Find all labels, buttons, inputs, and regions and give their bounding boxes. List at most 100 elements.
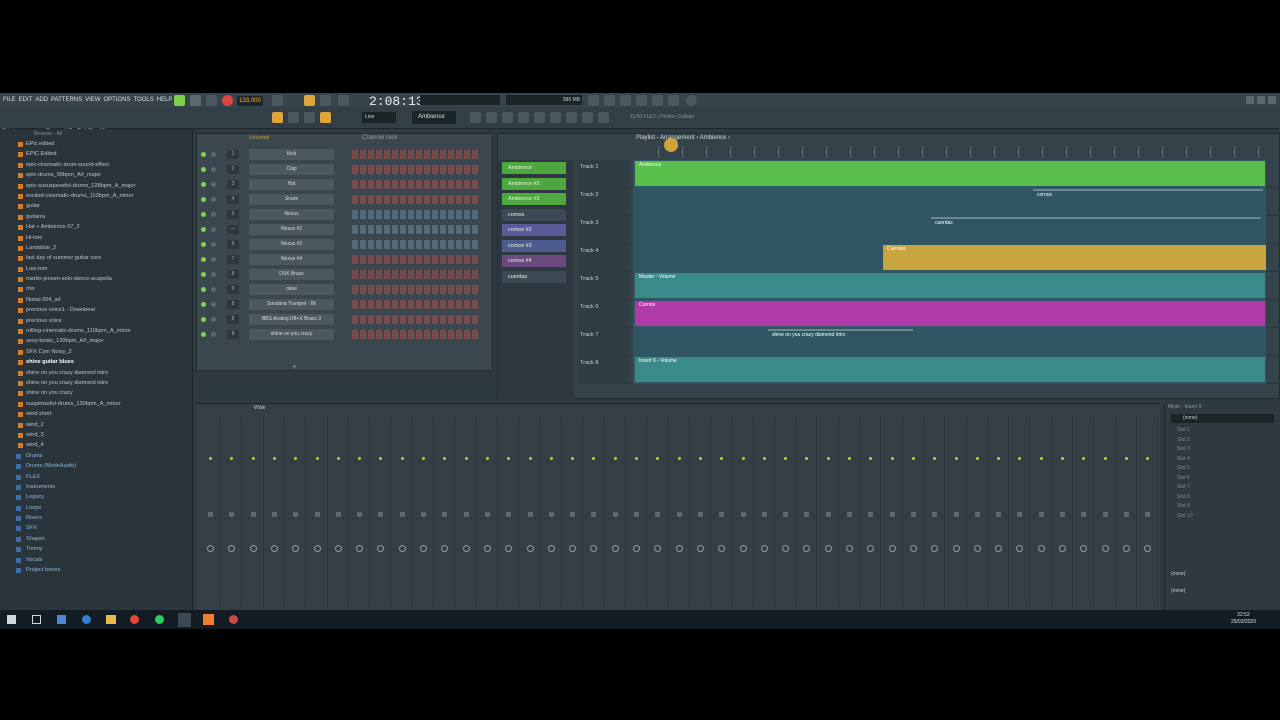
- menu-view[interactable]: VIEW: [85, 93, 100, 107]
- menu-options[interactable]: OPTIONS: [103, 93, 130, 107]
- volume-fader[interactable]: [293, 512, 299, 517]
- playlist-clip[interactable]: Cornos: [635, 301, 1265, 326]
- mixer-insert[interactable]: [690, 417, 711, 607]
- mixer-insert[interactable]: [860, 417, 882, 607]
- channel-name-button[interactable]: Kick: [249, 149, 334, 160]
- pattern-item[interactable]: Ambience #3: [502, 193, 566, 205]
- record-button[interactable]: [222, 95, 233, 106]
- volume-fader[interactable]: [527, 512, 533, 517]
- browser-item[interactable]: sexy-beats_130bpm_A#_major: [0, 336, 192, 346]
- mixer-insert[interactable]: [924, 417, 946, 607]
- track-label[interactable]: Track 6: [578, 300, 630, 328]
- mixer-insert[interactable]: [264, 417, 285, 607]
- pan-knob[interactable]: [739, 545, 747, 552]
- browser-item[interactable]: wind_2: [0, 420, 192, 430]
- volume-fader[interactable]: [591, 512, 597, 517]
- channel-name-button[interactable]: Clap: [249, 164, 334, 175]
- insert-mute-icon[interactable]: [1039, 457, 1043, 460]
- insert-mute-icon[interactable]: [997, 457, 1001, 460]
- insert-mute-icon[interactable]: [571, 457, 575, 460]
- minimize-icon[interactable]: [1246, 96, 1254, 104]
- volume-fader[interactable]: [783, 512, 789, 517]
- save-icon[interactable]: [652, 95, 663, 106]
- browser-item[interactable]: shine on you crazy diamond intro: [0, 368, 192, 378]
- browser-item[interactable]: guitar: [0, 201, 192, 211]
- channel-mute-icon[interactable]: [201, 212, 206, 217]
- mixer-insert[interactable]: [967, 417, 988, 607]
- track-label[interactable]: Track 2: [578, 188, 630, 216]
- pan-knob[interactable]: [462, 545, 470, 552]
- volume-fader[interactable]: [889, 512, 895, 517]
- volume-fader[interactable]: [612, 512, 618, 517]
- insert-mute-icon[interactable]: [911, 457, 915, 460]
- insert-mute-icon[interactable]: [762, 457, 766, 460]
- mixer-insert[interactable]: [392, 417, 413, 607]
- browser-item[interactable]: Hat + Ambience 07_2: [0, 222, 192, 232]
- channel-rack-icon[interactable]: [502, 112, 513, 123]
- insert-mute-icon[interactable]: [549, 457, 553, 460]
- insert-mute-icon[interactable]: [1082, 457, 1086, 460]
- insert-mute-icon[interactable]: [698, 457, 702, 460]
- volume-fader[interactable]: [250, 512, 256, 517]
- cut-icon[interactable]: [604, 95, 615, 106]
- pan-knob[interactable]: [1080, 545, 1088, 552]
- insert-mute-icon[interactable]: [272, 457, 276, 460]
- mixer-insert[interactable]: [775, 417, 797, 607]
- browser-item[interactable]: wind short: [0, 409, 192, 419]
- volume-fader[interactable]: [634, 512, 639, 517]
- pattern-item[interactable]: cuerdas: [502, 270, 566, 283]
- piano-roll-icon[interactable]: [486, 112, 497, 123]
- pattern-item[interactable]: Ambience: [502, 162, 566, 174]
- pattern-item[interactable]: cornos #2: [502, 224, 566, 236]
- volume-fader[interactable]: [719, 512, 725, 517]
- browser-item[interactable]: suspenseful-drums_130bpm_A_minor: [0, 399, 192, 409]
- undo-icon[interactable]: [588, 95, 599, 106]
- insert-mute-icon[interactable]: [635, 457, 638, 460]
- insert-mute-icon[interactable]: [294, 457, 298, 460]
- channel-pan-knob[interactable]: [211, 272, 216, 277]
- pan-knob[interactable]: [292, 545, 300, 552]
- pan-knob[interactable]: [846, 545, 853, 552]
- metronome-icon[interactable]: [272, 95, 283, 106]
- insert-mute-icon[interactable]: [315, 457, 319, 460]
- effect-slot[interactable]: Slot 9: [1165, 502, 1280, 512]
- pan-knob[interactable]: [228, 545, 236, 552]
- mixer-insert[interactable]: [711, 417, 733, 607]
- mixer-insert[interactable]: [903, 417, 924, 607]
- channel-mute-icon[interactable]: [201, 332, 206, 337]
- insert-mute-icon[interactable]: [251, 457, 255, 460]
- browser-item[interactable]: wind_4: [0, 440, 192, 450]
- volume-fader[interactable]: [357, 512, 363, 517]
- browser-item[interactable]: last day of summer guitar core: [0, 253, 192, 263]
- channel-mute-icon[interactable]: [201, 272, 206, 277]
- browser-item[interactable]: wind_3: [0, 430, 192, 440]
- pan-knob[interactable]: [398, 545, 406, 552]
- insert-mute-icon[interactable]: [1103, 457, 1107, 460]
- channel-mixer-track[interactable]: 3: [227, 180, 239, 189]
- volume-fader[interactable]: [655, 512, 661, 517]
- volume-fader[interactable]: [463, 512, 469, 517]
- volume-fader[interactable]: [570, 512, 576, 517]
- edge-icon[interactable]: [82, 615, 91, 624]
- send-select-1[interactable]: (none): [1171, 571, 1185, 577]
- track-lane[interactable]: Ambience: [633, 160, 1266, 188]
- volume-fader[interactable]: [847, 512, 852, 517]
- insert-mute-icon[interactable]: [1061, 457, 1064, 460]
- timeline-ruler[interactable]: [658, 146, 1278, 158]
- channel-name-button[interactable]: Sonatina Trumpet - 8k: [249, 299, 334, 310]
- browser-item[interactable]: epic-sususpeseful-drums_128bpm_A_major: [0, 181, 192, 191]
- menu-edit[interactable]: EDIT: [19, 93, 33, 107]
- volume-fader[interactable]: [484, 512, 490, 517]
- mixer-insert[interactable]: [477, 417, 498, 607]
- playlist-clip[interactable]: Ambience: [635, 161, 1265, 186]
- insert-mute-icon[interactable]: [805, 457, 809, 460]
- volume-fader[interactable]: [996, 512, 1002, 517]
- mixer-insert[interactable]: [349, 417, 371, 607]
- channel-name-button[interactable]: Snare: [249, 194, 334, 205]
- effect-slot[interactable]: Slot 7: [1165, 483, 1280, 493]
- insert-mute-icon[interactable]: [720, 457, 724, 460]
- mixer-insert[interactable]: [583, 417, 605, 607]
- mixer-insert[interactable]: [200, 417, 221, 607]
- volume-fader[interactable]: [335, 512, 341, 517]
- insert-mute-icon[interactable]: [826, 457, 830, 460]
